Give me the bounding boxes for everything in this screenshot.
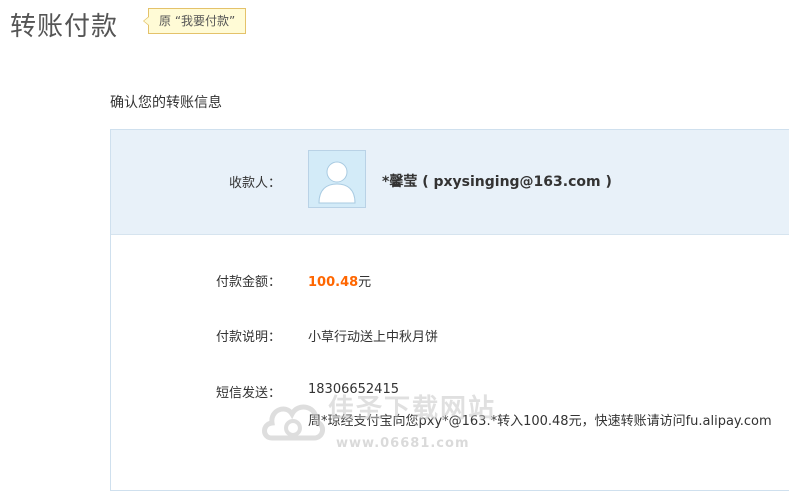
memo-label: 付款说明：	[215, 330, 281, 345]
section-heading: 确认您的转账信息	[110, 95, 222, 111]
user-avatar-icon	[308, 150, 366, 208]
payee-name: *馨莹 ( pxysinging@163.com )	[382, 174, 612, 190]
amount-value: 100.48元	[308, 271, 371, 290]
sms-phone: 18306652415	[308, 382, 399, 397]
amount-number: 100.48	[308, 275, 359, 290]
payee-label: 收款人：	[228, 176, 281, 191]
page-title: 转账付款	[10, 12, 119, 42]
amount-label: 付款金额：	[215, 275, 281, 290]
sms-content: 周*琼经支付宝向您pxy*@163.*转入100.48元，快速转账请访问fu.a…	[308, 414, 772, 429]
payee-band: 收款人： *馨莹 ( pxysinging@163.com )	[111, 130, 789, 235]
memo-value: 小草行动送上中秋月饼	[308, 330, 439, 345]
transfer-confirm-panel: 收款人： *馨莹 ( pxysinging@163.com ) 付款金额： 10…	[110, 129, 789, 491]
tip-badge: 原 “我要付款”	[142, 8, 247, 34]
amount-unit: 元	[358, 275, 372, 290]
sms-label: 短信发送：	[215, 386, 281, 401]
